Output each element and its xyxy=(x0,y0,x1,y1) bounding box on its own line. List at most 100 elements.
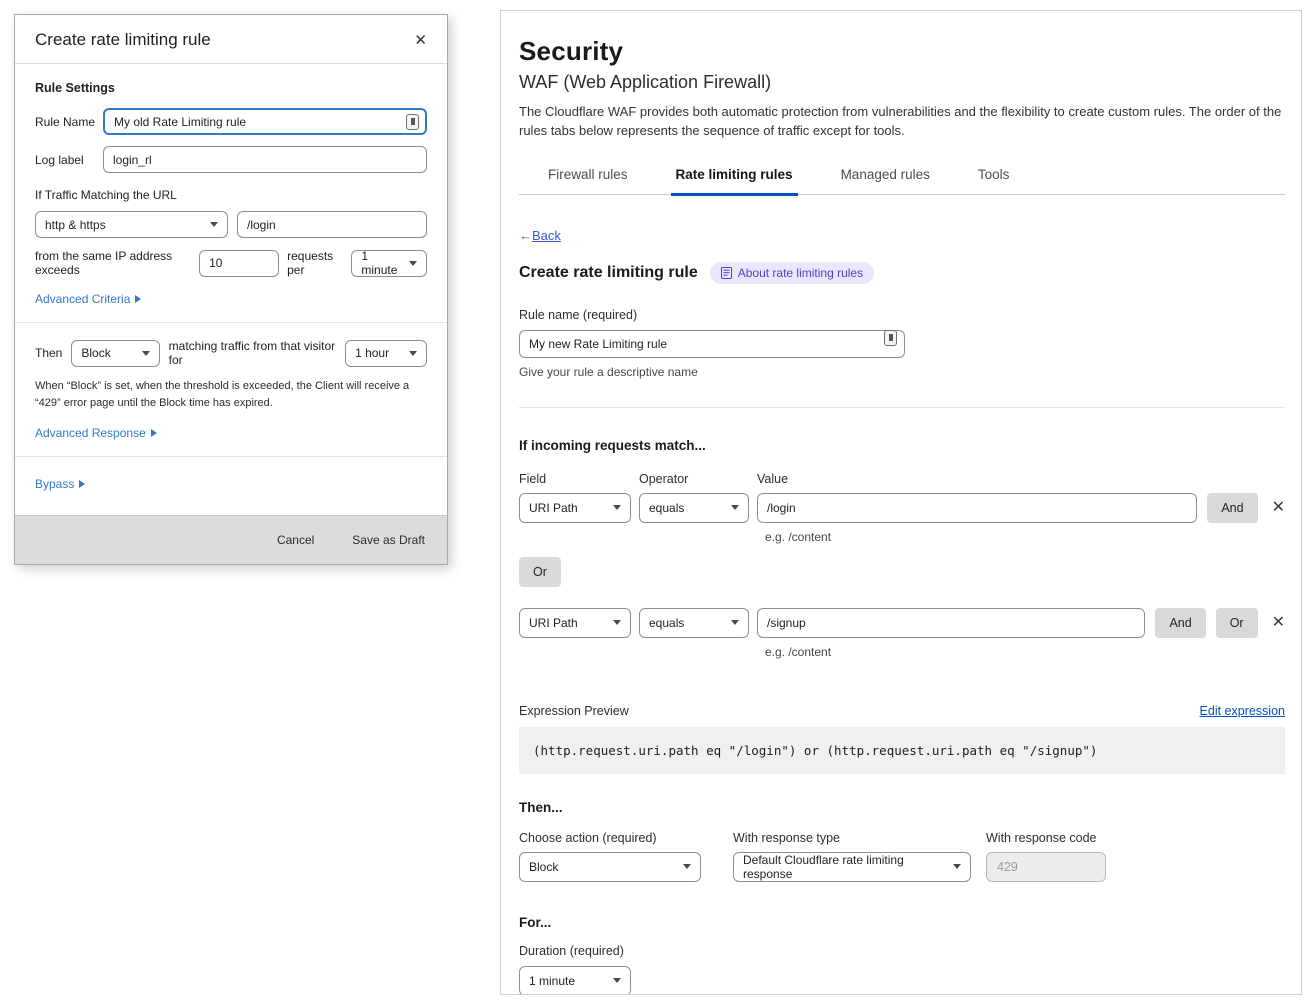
rule-name-helper: Give your rule a descriptive name xyxy=(519,365,1285,379)
url-match-row: http & https xyxy=(35,211,427,238)
chevron-down-icon xyxy=(409,261,417,266)
chevron-down-icon xyxy=(613,978,621,983)
threshold-row: from the same IP address exceeds request… xyxy=(35,249,427,277)
modal-title: Create rate limiting rule xyxy=(35,30,211,50)
match-row: URI Path equals And ✕ xyxy=(519,493,1285,523)
advanced-criteria-link[interactable]: Advanced Criteria xyxy=(35,292,141,306)
divider xyxy=(15,322,447,323)
page-description: The Cloudflare WAF provides both automat… xyxy=(519,103,1285,141)
response-code-label: With response code xyxy=(986,831,1106,845)
page-subtitle: WAF (Web Application Firewall) xyxy=(519,72,1285,93)
duration-select[interactable]: 1 minute xyxy=(519,966,631,995)
field-select[interactable]: URI Path xyxy=(519,608,631,638)
then-row: Then Block matching traffic from that vi… xyxy=(35,339,427,367)
rule-name-label: Rule Name xyxy=(35,115,103,129)
autofill-icon[interactable] xyxy=(884,330,897,346)
then-middle: matching traffic from that visitor for xyxy=(169,339,336,367)
chevron-down-icon xyxy=(731,620,739,625)
log-label-input[interactable] xyxy=(103,146,427,173)
remove-row-icon[interactable]: ✕ xyxy=(1272,615,1285,631)
page-title: Security xyxy=(519,36,1285,67)
value-helper: e.g. /content xyxy=(765,645,1285,659)
rule-name-input[interactable] xyxy=(519,330,905,358)
for-heading: For... xyxy=(519,915,1285,930)
divider xyxy=(15,456,447,457)
value-column-label: Value xyxy=(757,472,788,486)
rule-name-input[interactable] xyxy=(103,108,427,135)
response-code-input xyxy=(986,852,1106,882)
log-label-row: Log label xyxy=(35,146,427,173)
tab-rate-limiting-rules[interactable]: Rate limiting rules xyxy=(671,158,798,196)
field-column-label: Field xyxy=(519,472,639,486)
chevron-down-icon xyxy=(953,864,961,869)
tab-managed-rules[interactable]: Managed rules xyxy=(836,158,935,196)
block-note: When “Block” is set, when the threshold … xyxy=(35,378,427,412)
expression-preview-label: Expression Preview xyxy=(519,704,629,718)
operator-select[interactable]: equals xyxy=(639,608,749,638)
triangle-right-icon xyxy=(135,295,141,303)
value-input[interactable] xyxy=(757,493,1197,523)
modal-header: Create rate limiting rule ✕ xyxy=(15,15,447,64)
back-link[interactable]: ←Back xyxy=(519,228,561,243)
action-select[interactable]: Block xyxy=(71,340,159,367)
create-rule-heading: Create rate limiting rule xyxy=(519,264,698,282)
log-label-label: Log label xyxy=(35,153,103,167)
expression-code: (http.request.uri.path eq "/login") or (… xyxy=(519,727,1285,774)
traffic-match-heading: If Traffic Matching the URL xyxy=(35,188,427,202)
or-button[interactable]: Or xyxy=(1216,608,1258,638)
then-label: Then xyxy=(35,346,62,360)
and-button[interactable]: And xyxy=(1207,493,1257,523)
action-select[interactable]: Block xyxy=(519,852,701,882)
remove-row-icon[interactable]: ✕ xyxy=(1272,500,1285,516)
chevron-down-icon xyxy=(731,505,739,510)
autofill-icon[interactable] xyxy=(406,114,419,130)
period-select[interactable]: 1 minute xyxy=(351,250,427,277)
chevron-down-icon xyxy=(142,351,150,356)
value-input[interactable] xyxy=(757,608,1145,638)
tab-tools[interactable]: Tools xyxy=(973,158,1015,196)
divider xyxy=(519,407,1285,408)
operator-select[interactable]: equals xyxy=(639,493,749,523)
back-arrow-icon: ← xyxy=(519,228,532,243)
modal-footer: Cancel Save as Draft xyxy=(15,515,447,564)
rule-name-row: Rule Name xyxy=(35,108,427,135)
response-type-select[interactable]: Default Cloudflare rate limiting respons… xyxy=(733,852,971,882)
and-button[interactable]: And xyxy=(1155,608,1205,638)
threshold-middle: requests per xyxy=(287,249,343,277)
chevron-down-icon xyxy=(409,351,417,356)
match-heading: If incoming requests match... xyxy=(519,438,1285,453)
requests-count-input[interactable] xyxy=(199,250,279,277)
edit-expression-link[interactable]: Edit expression xyxy=(1200,704,1285,718)
field-select[interactable]: URI Path xyxy=(519,493,631,523)
triangle-right-icon xyxy=(151,429,157,437)
triangle-right-icon xyxy=(79,480,85,488)
bypass-link[interactable]: Bypass xyxy=(35,477,85,491)
chevron-down-icon xyxy=(210,222,218,227)
chevron-down-icon xyxy=(613,620,621,625)
rule-name-label: Rule name (required) xyxy=(519,308,1285,322)
cancel-button[interactable]: Cancel xyxy=(277,533,314,547)
response-type-label: With response type xyxy=(733,831,971,845)
advanced-response-link[interactable]: Advanced Response xyxy=(35,426,157,440)
waf-tabs: Firewall rules Rate limiting rules Manag… xyxy=(519,158,1285,195)
security-waf-panel: Security WAF (Web Application Firewall) … xyxy=(500,10,1302,995)
document-icon xyxy=(721,267,732,279)
operator-column-label: Operator xyxy=(639,472,757,486)
rule-settings-heading: Rule Settings xyxy=(35,81,427,95)
scheme-select[interactable]: http & https xyxy=(35,211,228,238)
chevron-down-icon xyxy=(613,505,621,510)
value-helper: e.g. /content xyxy=(765,530,1285,544)
duration-label: Duration (required) xyxy=(519,944,1285,958)
choose-action-label: Choose action (required) xyxy=(519,831,701,845)
create-rate-limiting-rule-modal: Create rate limiting rule ✕ Rule Setting… xyxy=(14,14,448,565)
save-as-draft-button[interactable]: Save as Draft xyxy=(352,533,425,547)
tab-firewall-rules[interactable]: Firewall rules xyxy=(543,158,633,196)
url-input[interactable] xyxy=(237,211,427,238)
match-row: URI Path equals And Or ✕ xyxy=(519,608,1285,638)
or-button[interactable]: Or xyxy=(519,557,561,587)
close-icon[interactable]: ✕ xyxy=(414,33,427,48)
block-duration-select[interactable]: 1 hour xyxy=(345,340,427,367)
chevron-down-icon xyxy=(683,864,691,869)
then-heading: Then... xyxy=(519,800,1285,815)
about-rate-limiting-badge[interactable]: About rate limiting rules xyxy=(710,262,874,284)
